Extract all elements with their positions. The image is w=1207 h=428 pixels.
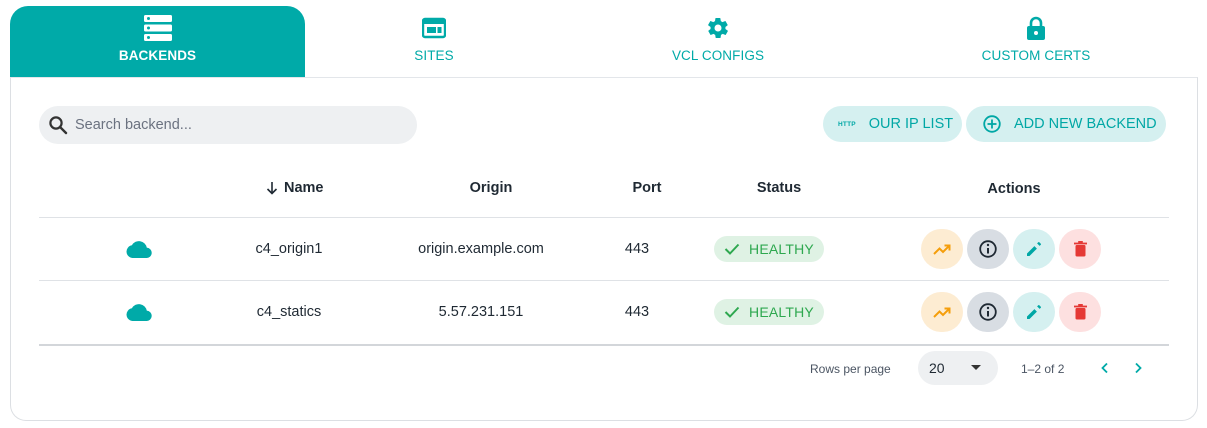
column-header-port[interactable]: Port	[617, 180, 677, 196]
our-ip-list-button[interactable]: HTTP OUR IP LIST	[823, 106, 962, 142]
pencil-icon	[1026, 241, 1042, 257]
add-circle-icon	[982, 114, 1002, 134]
status-badge: HEALTHY	[714, 236, 824, 262]
lock-icon	[1026, 15, 1046, 41]
pagination-range: 1–2 of 2	[1021, 362, 1065, 376]
delete-button[interactable]	[1059, 229, 1101, 269]
tab-label-custom-certs: CUSTOM CERTS	[981, 48, 1091, 63]
status-cell: HEALTHY	[714, 281, 824, 343]
search-input[interactable]	[75, 117, 395, 133]
info-icon	[978, 302, 998, 322]
column-label-name: Name	[284, 180, 324, 196]
backends-panel: HTTP OUR IP LIST ADD NEW BACKEND Name Or…	[10, 77, 1198, 421]
tab-bar: BACKENDS SITES VCL CONFIGS CUSTOM CERTS	[10, 6, 1198, 78]
column-header-name[interactable]: Name	[266, 180, 346, 196]
add-new-backend-label: ADD NEW BACKEND	[1014, 116, 1157, 132]
info-button[interactable]	[967, 229, 1009, 269]
rows-per-page-value: 20	[929, 360, 945, 376]
edit-button[interactable]	[1013, 292, 1055, 332]
backend-port: 443	[624, 304, 650, 320]
table-row: c4_origin1 origin.example.com 443 HEALTH…	[11, 218, 1199, 280]
backend-name: c4_statics	[256, 304, 322, 320]
next-page-button[interactable]	[1128, 358, 1148, 378]
http-icon: HTTP	[838, 120, 856, 128]
info-icon	[978, 239, 998, 259]
arrow-down-icon	[266, 181, 278, 195]
stats-button[interactable]	[921, 292, 963, 332]
table-row: c4_statics 5.57.231.151 443 HEALTHY	[11, 281, 1199, 343]
edit-button[interactable]	[1013, 229, 1055, 269]
column-header-origin[interactable]: Origin	[441, 180, 541, 196]
tab-label-sites: SITES	[414, 48, 454, 63]
cloud-icon	[119, 281, 159, 343]
check-icon	[724, 243, 740, 255]
trending-up-icon	[933, 243, 951, 255]
trash-icon	[1073, 304, 1087, 320]
divider	[39, 344, 1169, 346]
tab-label-vcl-configs: VCL CONFIGS	[671, 48, 765, 63]
our-ip-list-label: OUR IP LIST	[868, 116, 954, 132]
trending-up-icon	[933, 306, 951, 318]
search-icon	[48, 115, 68, 135]
column-header-status[interactable]: Status	[739, 180, 819, 196]
window-icon	[422, 15, 446, 41]
previous-page-button[interactable]	[1095, 358, 1115, 378]
tab-label-backends: BACKENDS	[118, 48, 197, 63]
backend-origin: 5.57.231.151	[438, 304, 524, 320]
rows-per-page-label: Rows per page	[810, 362, 891, 376]
search-bar[interactable]	[39, 106, 417, 144]
backend-name: c4_origin1	[255, 241, 323, 257]
info-button[interactable]	[967, 292, 1009, 332]
pencil-icon	[1026, 304, 1042, 320]
cloud-icon	[119, 218, 159, 280]
status-label: HEALTHY	[749, 304, 814, 320]
chevron-left-icon	[1100, 362, 1110, 374]
backend-port: 443	[624, 241, 650, 257]
chevron-right-icon	[1133, 362, 1143, 374]
tab-sites[interactable]: SITES	[334, 6, 534, 78]
delete-button[interactable]	[1059, 292, 1101, 332]
caret-down-icon	[971, 365, 981, 370]
rows-per-page-select[interactable]: 20	[918, 351, 998, 385]
status-cell: HEALTHY	[714, 218, 824, 280]
check-icon	[724, 306, 740, 318]
tab-custom-certs[interactable]: CUSTOM CERTS	[936, 6, 1136, 78]
gear-icon	[706, 15, 730, 41]
status-label: HEALTHY	[749, 241, 814, 257]
server-icon	[143, 15, 172, 41]
tab-vcl-configs[interactable]: VCL CONFIGS	[618, 6, 818, 78]
status-badge: HEALTHY	[714, 299, 824, 325]
backend-origin: origin.example.com	[418, 241, 544, 257]
column-header-actions: Actions	[987, 181, 1041, 197]
tab-backends[interactable]: BACKENDS	[10, 6, 305, 78]
add-new-backend-button[interactable]: ADD NEW BACKEND	[966, 106, 1166, 142]
stats-button[interactable]	[921, 229, 963, 269]
trash-icon	[1073, 241, 1087, 257]
